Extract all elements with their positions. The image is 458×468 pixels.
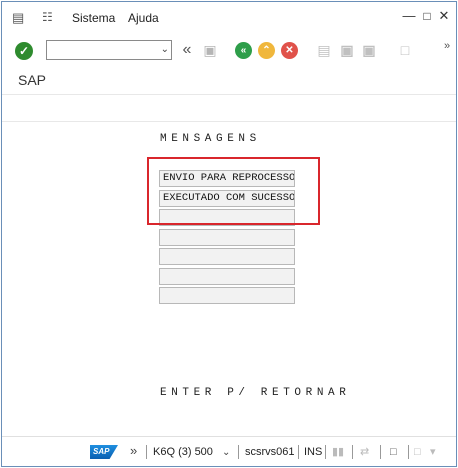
find-icon[interactable]: ▣ — [338, 41, 356, 59]
cancel-icon[interactable]: ✕ — [281, 42, 298, 59]
insert-mode[interactable]: INS — [304, 446, 322, 459]
message-line — [159, 248, 295, 265]
dropdown-icon[interactable]: ⌄ — [161, 42, 169, 58]
print-icon[interactable]: ▤ — [315, 41, 333, 59]
status-separator — [408, 445, 409, 459]
system-info[interactable]: K6Q (3) 500 — [153, 446, 213, 459]
sap-gui-window: ▤ ☷ Sistema Ajuda — □ ✕ ✓ ⌄ « ▣ « ⌃ ✕ ▤ … — [1, 1, 457, 467]
customize-layout-icon[interactable]: ▤ — [12, 11, 24, 24]
lock-icon[interactable]: □ — [390, 445, 397, 459]
messages-heading: MENSAGENS — [160, 133, 261, 145]
message-line — [159, 229, 295, 246]
status-separator — [352, 445, 353, 459]
status-separator — [380, 445, 381, 459]
close-icon[interactable]: ✕ — [437, 9, 451, 23]
command-input[interactable] — [51, 42, 151, 58]
find-next-icon[interactable]: ▣ — [360, 41, 378, 59]
standard-toolbar: ✓ ⌄ « ▣ « ⌃ ✕ ▤ ▣ ▣ □ » — [2, 32, 456, 66]
minimize-icon[interactable]: — — [402, 9, 416, 23]
double-left-icon[interactable]: « — [178, 41, 196, 59]
application-toolbar — [2, 94, 456, 122]
expand-status-icon[interactable]: » — [130, 444, 137, 457]
screen-content: MENSAGENS ENVIO PARA REPROCESSO EXECUTAD… — [2, 123, 456, 436]
status-separator — [325, 445, 326, 459]
message-line — [159, 268, 295, 285]
command-field[interactable]: ⌄ — [46, 40, 172, 60]
highlight-frame — [147, 157, 320, 225]
back-icon[interactable]: « — [235, 42, 252, 59]
menu-icon[interactable]: ☷ — [42, 11, 53, 24]
save-icon[interactable]: ▣ — [201, 41, 219, 59]
chevron-down-icon[interactable]: ⌄ — [222, 446, 230, 459]
menu-bar: ▤ ☷ Sistema Ajuda — □ ✕ — [2, 2, 456, 32]
menu-item-ajuda[interactable]: Ajuda — [128, 11, 159, 25]
maximize-icon[interactable]: □ — [420, 9, 434, 23]
check-icon[interactable]: ✓ — [15, 42, 33, 60]
status-bar: SAP » K6Q (3) 500 ⌄ scsrvs061 INS ▮▮ ⇄ □… — [2, 436, 456, 466]
message-line — [159, 287, 295, 304]
server-name: scsrvs061 — [245, 446, 295, 458]
more-icon[interactable]: » — [438, 37, 456, 55]
menu-item-sistema[interactable]: Sistema — [72, 11, 115, 25]
more-status-icon: ▾ — [430, 446, 436, 458]
status-separator — [298, 445, 299, 459]
return-instruction: ENTER P/ RETORNAR — [160, 387, 351, 399]
performance-icon: ▮▮ — [332, 446, 345, 458]
status-separator — [238, 445, 239, 459]
exit-icon[interactable]: ⌃ — [258, 42, 275, 59]
title-bar: SAP — [2, 66, 456, 94]
page-title: SAP — [18, 72, 47, 88]
status-separator — [146, 445, 147, 459]
new-session-icon[interactable]: □ — [396, 41, 414, 59]
sap-logo-icon: SAP — [90, 445, 118, 459]
connection-icon: ⇄ — [360, 446, 370, 458]
document-icon: □ — [414, 446, 421, 458]
